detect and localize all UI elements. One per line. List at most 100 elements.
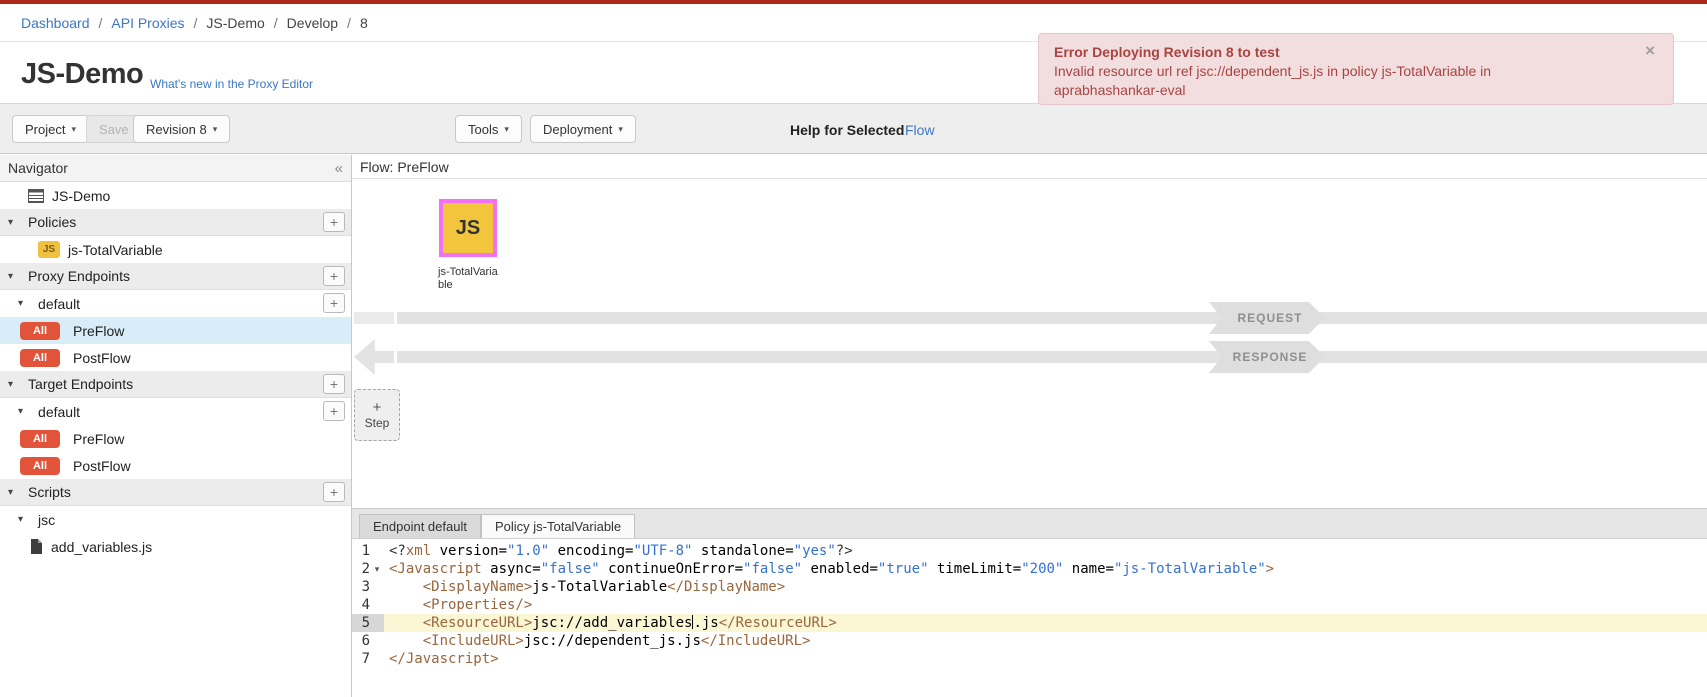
project-button[interactable]: Project ▾ xyxy=(12,115,89,143)
chevron-down-icon: ▾ xyxy=(618,124,623,135)
nav-row-label: js-TotalVariable xyxy=(68,242,163,258)
breadcrumb-item-js-demo: JS-Demo xyxy=(206,15,264,31)
navigator-panel: Navigator « JS-Demo▾Policies+JSjs-TotalV… xyxy=(0,155,352,697)
token-plain: name= xyxy=(1063,561,1114,577)
toolbar: Project ▾ Save Revision 8 ▾ Tools ▾ Depl… xyxy=(0,103,1707,154)
add-button[interactable]: + xyxy=(323,401,345,421)
token-text: .js xyxy=(693,615,718,631)
code-line-3[interactable]: 3 <DisplayName>js-TotalVariable</Display… xyxy=(352,578,1707,596)
code-line-text: <Properties/> xyxy=(384,596,532,614)
code-line-4[interactable]: 4 <Properties/> xyxy=(352,596,1707,614)
breadcrumb-item-api-proxies[interactable]: API Proxies xyxy=(111,15,184,31)
code-line-7[interactable]: 7</Javascript> xyxy=(352,650,1707,668)
nav-row-section-proxy-endpoints[interactable]: ▾ Proxy Endpoints + xyxy=(0,263,351,290)
js-policy-icon: JS xyxy=(456,217,480,240)
line-number-2: 2▾ xyxy=(352,560,384,578)
token-text: jsc://dependent_js.js xyxy=(524,633,701,649)
tab-endpoint-default[interactable]: Endpoint default xyxy=(359,514,481,538)
add-button[interactable]: + xyxy=(323,374,345,394)
expand-triangle-icon[interactable]: ▾ xyxy=(8,487,13,498)
nav-row-label: PreFlow xyxy=(73,431,124,447)
chevron-down-icon: ▾ xyxy=(504,124,509,135)
add-step-button[interactable]: + Step xyxy=(354,389,400,441)
nav-row-subsection-jsc[interactable]: ▾jsc xyxy=(0,506,351,533)
token-plain: async= xyxy=(482,561,541,577)
add-button[interactable]: + xyxy=(323,482,345,502)
code-line-2[interactable]: 2▾<Javascript async="false" continueOnEr… xyxy=(352,560,1707,578)
error-alert-message-line1: Invalid resource url ref jsc://dependent… xyxy=(1054,62,1631,81)
policy-node-js[interactable]: JS xyxy=(439,199,497,257)
content-area: Flow: PreFlow JS js-TotalVariable REQUES… xyxy=(352,155,1707,697)
token-tag: <DisplayName> xyxy=(423,579,533,595)
nav-row-flow-postflow[interactable]: AllPostFlow xyxy=(0,344,351,371)
collapse-navigator-button[interactable]: « xyxy=(335,160,343,177)
token-str: "1.0" xyxy=(507,543,549,559)
request-lane xyxy=(397,312,1707,324)
error-alert-title: Error Deploying Revision 8 to test xyxy=(1054,43,1631,62)
nav-row-item-add-variables-js[interactable]: add_variables.js xyxy=(0,533,351,560)
add-button[interactable]: + xyxy=(323,212,345,232)
code-line-1[interactable]: 1<?xml version="1.0" encoding="UTF-8" st… xyxy=(352,542,1707,560)
add-button[interactable]: + xyxy=(323,266,345,286)
nav-row-label: JS-Demo xyxy=(52,188,110,204)
nav-row-subsection-default[interactable]: ▾ default + xyxy=(0,398,351,425)
code-area[interactable]: 1<?xml version="1.0" encoding="UTF-8" st… xyxy=(352,539,1707,697)
expand-triangle-icon[interactable]: ▾ xyxy=(8,379,13,390)
fold-triangle-icon[interactable]: ▾ xyxy=(370,560,384,578)
fold-spacer xyxy=(370,578,384,596)
whats-new-link[interactable]: What's new in the Proxy Editor xyxy=(150,77,313,91)
code-line-text: <Javascript async="false" continueOnErro… xyxy=(384,560,1274,578)
save-button-label: Save xyxy=(99,122,129,137)
token-str: "false" xyxy=(743,561,802,577)
code-line-text: <IncludeURL>jsc://dependent_js.js</Inclu… xyxy=(384,632,810,650)
token-str: "true" xyxy=(878,561,929,577)
token-tag: </ResourceURL> xyxy=(719,615,837,631)
nav-row-label: Proxy Endpoints xyxy=(28,268,130,284)
breadcrumb-item-8: 8 xyxy=(360,15,368,31)
nav-row-subsection-default[interactable]: ▾default+ xyxy=(0,290,351,317)
revision-button-label: Revision 8 xyxy=(146,122,207,137)
revision-button[interactable]: Revision 8 ▾ xyxy=(133,115,230,143)
expand-triangle-icon[interactable]: ▾ xyxy=(18,298,23,309)
token-tag: <ResourceURL> xyxy=(423,615,533,631)
token-tag: </DisplayName> xyxy=(667,579,785,595)
code-line-5[interactable]: 5 <ResourceURL>jsc://add_variables.js</R… xyxy=(352,614,1707,632)
nav-row-label: default xyxy=(38,404,80,420)
nav-row-flow-preflow[interactable]: AllPreFlow xyxy=(0,425,351,452)
nav-row-item-js-totalvariable[interactable]: JSjs-TotalVariable xyxy=(0,236,351,263)
flow-help-link[interactable]: Flow xyxy=(905,122,935,138)
token-meta: <? xyxy=(389,543,406,559)
expand-triangle-icon[interactable]: ▾ xyxy=(8,217,13,228)
nav-row-label: PreFlow xyxy=(73,323,124,339)
token-tag: <Properties/> xyxy=(423,597,533,613)
add-button[interactable]: + xyxy=(323,293,345,313)
token-tag: > xyxy=(1266,561,1274,577)
token-str: "yes" xyxy=(794,543,836,559)
expand-triangle-icon[interactable]: ▾ xyxy=(18,406,23,417)
expand-triangle-icon[interactable]: ▾ xyxy=(8,271,13,282)
breadcrumb-item-dashboard[interactable]: Dashboard xyxy=(21,15,90,31)
line-number-text: 4 xyxy=(352,596,370,614)
nav-row-flow-postflow[interactable]: AllPostFlow xyxy=(0,452,351,479)
proxy-icon xyxy=(28,189,44,203)
nav-row-flow-preflow[interactable]: AllPreFlow xyxy=(0,317,351,344)
deployment-button-label: Deployment xyxy=(543,122,612,137)
tools-button[interactable]: Tools ▾ xyxy=(455,115,522,143)
code-line-6[interactable]: 6 <IncludeURL>jsc://dependent_js.js</Inc… xyxy=(352,632,1707,650)
file-icon xyxy=(30,539,43,554)
request-lane-stub xyxy=(354,312,394,324)
tab-policy-js-totalvariable[interactable]: Policy js-TotalVariable xyxy=(481,514,635,538)
plus-icon: + xyxy=(373,400,382,416)
page-title: JS-Demo xyxy=(21,58,143,91)
nav-row-item-js-demo[interactable]: JS-Demo xyxy=(0,182,351,209)
nav-row-section-scripts[interactable]: ▾Scripts+ xyxy=(0,479,351,506)
breadcrumb-item-develop: Develop xyxy=(287,15,338,31)
token-meta: ?> xyxy=(836,543,853,559)
close-icon[interactable]: × xyxy=(1645,41,1655,60)
deployment-button[interactable]: Deployment ▾ xyxy=(530,115,636,143)
nav-row-section-policies[interactable]: ▾Policies+ xyxy=(0,209,351,236)
chevron-down-icon: ▾ xyxy=(71,124,76,135)
expand-triangle-icon[interactable]: ▾ xyxy=(18,514,23,525)
nav-row-section-target-endpoints[interactable]: ▾Target Endpoints+ xyxy=(0,371,351,398)
line-number-6: 6 xyxy=(352,632,384,650)
